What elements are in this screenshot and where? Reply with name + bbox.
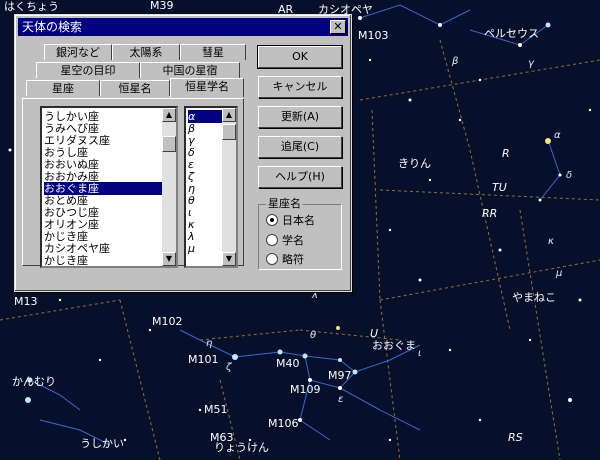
sky-label-var-tu: TU xyxy=(492,181,507,194)
sky-label-m109: M109 xyxy=(290,383,321,396)
sky-label-var-r: R xyxy=(502,147,510,160)
tab-chinese-asterisms[interactable]: 中国の星宿 xyxy=(140,62,240,78)
greek-letter-list[interactable]: α β γ δ ε ζ η θ ι κ λ μ ▲ ▼ xyxy=(184,106,238,268)
scroll-thumb[interactable] xyxy=(162,136,176,152)
scroll-up-button[interactable]: ▲ xyxy=(222,108,236,122)
ok-button[interactable]: OK xyxy=(257,45,343,69)
radio-button[interactable] xyxy=(266,234,278,246)
track-button[interactable]: 追尾(C) xyxy=(258,136,342,158)
sky-label-oogma: おおぐま xyxy=(372,339,416,352)
help-button[interactable]: ヘルプ(H) xyxy=(258,166,342,188)
sky-greek-1: α xyxy=(554,130,561,141)
sky-label-m106: M106 xyxy=(268,417,299,430)
tab-comet[interactable]: 彗星 xyxy=(180,44,246,60)
sky-label-m102: M102 xyxy=(152,315,183,328)
sky-label-ushikai: うしかい xyxy=(80,437,124,450)
scroll-thumb[interactable] xyxy=(222,124,236,140)
constellation-list[interactable]: うしかい座 うみへび座 エリダヌス座 おうし座 おおいぬ座 おおかみ座 おおぐま… xyxy=(40,106,178,268)
close-button[interactable]: ✕ xyxy=(330,20,346,34)
radio-label: 略符 xyxy=(282,253,304,266)
sky-label-m40: M40 xyxy=(276,357,300,370)
tab-constellation[interactable]: 星座 xyxy=(26,80,100,96)
sky-greek-2: β xyxy=(452,56,459,67)
sky-greek-8: θ xyxy=(310,330,317,341)
list-item[interactable]: μ xyxy=(188,242,195,255)
sky-label-m13: M13 xyxy=(14,295,38,308)
dialog-title: 天体の検索 xyxy=(22,20,83,34)
sky-greek-10: κ xyxy=(548,236,554,247)
sky-greek-4: δ xyxy=(566,170,573,181)
dialog-title-bar[interactable]: 天体の検索 ✕ xyxy=(18,18,348,36)
scroll-down-button[interactable]: ▼ xyxy=(162,252,176,266)
scroll-down-button[interactable]: ▼ xyxy=(222,252,236,266)
constellation-list-scrollbar[interactable]: ▲ ▼ xyxy=(162,108,176,266)
radio-scientific-name[interactable]: 学名 xyxy=(266,234,304,248)
sky-greek-9: ι xyxy=(418,348,422,359)
sky-label-m103: M103 xyxy=(358,29,389,42)
name-format-group-label: 星座名 xyxy=(266,197,303,210)
sky-label-m97: M97 xyxy=(328,369,352,382)
close-icon: ✕ xyxy=(333,20,343,33)
sky-greek-12: μ xyxy=(556,268,563,279)
sky-label-m39: M39 xyxy=(150,0,174,12)
scroll-up-button[interactable]: ▲ xyxy=(162,108,176,122)
sky-greek-7: η xyxy=(206,338,213,349)
sky-label-kirin: きりん xyxy=(398,157,431,170)
sky-label-hakucho: はくちょう xyxy=(4,0,59,13)
radio-abbreviation[interactable]: 略符 xyxy=(266,253,304,267)
radio-japanese-name[interactable]: 日本名 xyxy=(266,214,315,228)
sky-label-perseus: ペルセウス xyxy=(484,27,539,40)
sky-greek-3: γ xyxy=(528,58,534,69)
sky-label-yamaneko: やまねこ xyxy=(512,291,556,304)
sky-label-var-rr: RR xyxy=(482,207,498,220)
radio-button-checked[interactable] xyxy=(266,214,278,226)
radio-label: 学名 xyxy=(282,234,304,247)
tab-galaxies[interactable]: 銀河など xyxy=(44,44,112,60)
radio-button[interactable] xyxy=(266,253,278,265)
sky-greek-5: ε xyxy=(338,394,344,405)
tab-star-name[interactable]: 恒星名 xyxy=(100,80,170,96)
tab-bayer-name[interactable]: 恒星学名 xyxy=(170,78,244,97)
sky-label-ryoken: りょうけん xyxy=(214,441,269,454)
cancel-button[interactable]: キャンセル xyxy=(258,76,342,98)
sky-label-m101: M101 xyxy=(188,353,219,366)
tab-sky-markers[interactable]: 星空の目印 xyxy=(36,62,140,78)
greek-list-scrollbar[interactable]: ▲ ▼ xyxy=(222,108,236,266)
update-button[interactable]: 更新(A) xyxy=(258,106,342,128)
radio-label: 日本名 xyxy=(282,214,315,227)
sky-label-m51: M51 xyxy=(204,403,228,416)
tab-solar-system[interactable]: 太陽系 xyxy=(112,44,180,60)
sky-label-var-rs: RS xyxy=(508,431,523,444)
sky-greek-6: ζ xyxy=(226,362,232,373)
sky-label-kanmuri: かんむり xyxy=(12,375,56,388)
list-item[interactable]: かじき座 xyxy=(44,254,88,266)
